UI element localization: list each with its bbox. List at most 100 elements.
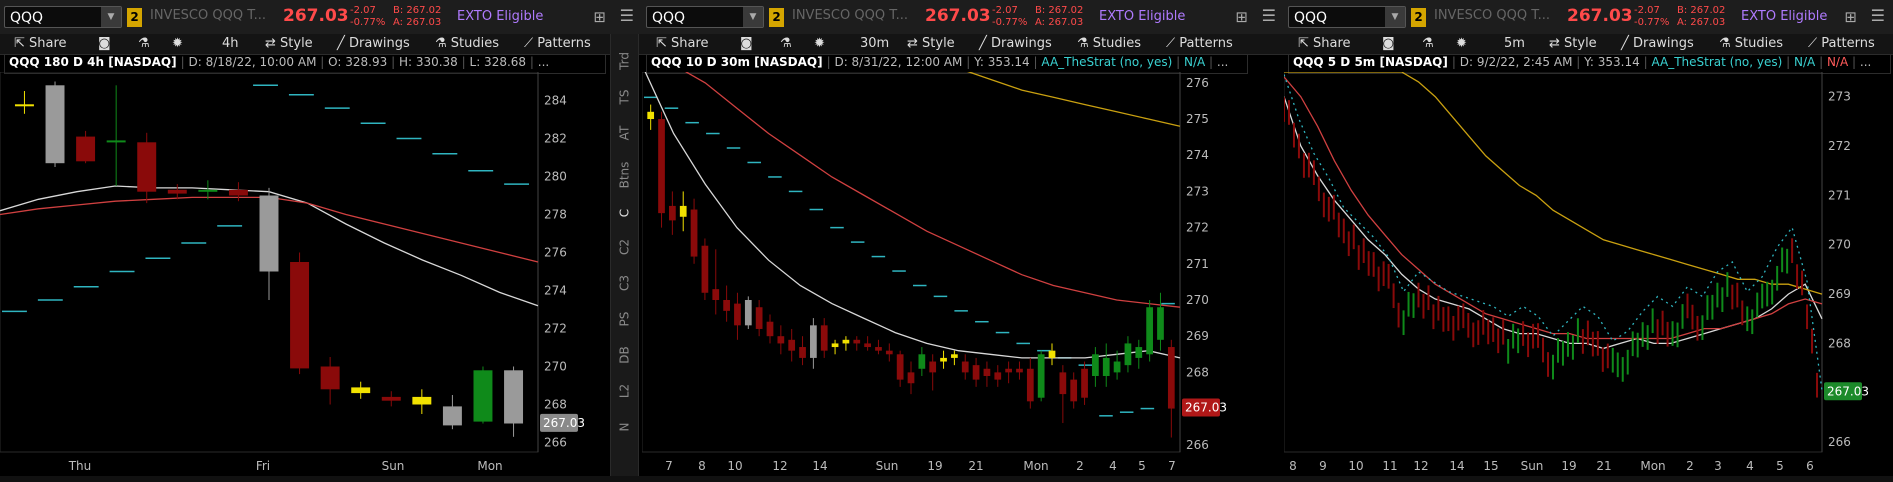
share-button[interactable]: ⇱ Share <box>1298 36 1351 51</box>
link-badge[interactable]: 2 <box>769 8 784 27</box>
candle-body <box>864 343 871 348</box>
side-tab-at[interactable]: AT <box>618 120 632 147</box>
x-tick-label: 2 <box>1076 459 1084 473</box>
side-tab-c2[interactable]: C2 <box>618 234 632 261</box>
candle-body <box>820 325 828 351</box>
info-high: H: 330.38 <box>398 55 458 69</box>
candle-body <box>14 104 34 107</box>
candle-body <box>810 325 817 358</box>
menu-icon[interactable]: ☰ <box>620 6 634 25</box>
symbol-input[interactable]: QQQ ▼ <box>1288 6 1406 28</box>
y-tick-label: 266 <box>1186 438 1209 452</box>
x-tick-label: 8 <box>698 459 706 473</box>
strat-band-upper <box>1284 74 1823 391</box>
drawings-button[interactable]: ╱ Drawings <box>1621 36 1694 51</box>
candle-body <box>320 366 340 390</box>
flask-icon[interactable]: ⚗ <box>1422 36 1434 51</box>
menu-icon[interactable]: ☰ <box>1871 6 1885 25</box>
y-tick-label: 280 <box>544 170 567 184</box>
side-tab-ts[interactable]: TS <box>618 84 632 111</box>
grid-icon[interactable]: ⊞ <box>1844 8 1857 26</box>
studies-button[interactable]: ⚗ Studies <box>1719 36 1783 51</box>
candle-body <box>442 406 462 426</box>
side-tab-ps[interactable]: PS <box>618 306 632 333</box>
aggregation-button[interactable]: 30m <box>860 36 889 51</box>
share-button[interactable]: ⇱ Share <box>14 36 67 51</box>
candle-body <box>1048 350 1056 358</box>
side-tab-c3[interactable]: C3 <box>618 270 632 297</box>
chevron-down-icon[interactable]: ▼ <box>1385 7 1405 27</box>
candle-body <box>983 368 991 376</box>
side-tab-l2[interactable]: L2 <box>618 378 632 405</box>
info-low: L: 328.68 <box>469 55 527 69</box>
candle-body <box>1124 343 1132 366</box>
patterns-button[interactable]: ⟋ Patterns <box>1808 36 1875 51</box>
style-button[interactable]: ⇄ Style <box>265 36 313 51</box>
side-tab-btns[interactable]: Btns <box>618 162 632 189</box>
drawings-button[interactable]: ╱ Drawings <box>979 36 1052 51</box>
y-tick-label: 272 <box>544 322 567 336</box>
candle-body <box>940 357 947 362</box>
studies-button[interactable]: ⚗ Studies <box>1077 36 1141 51</box>
chart-panel-2: QQQ ▼ 2 INVESCO QQQ T... 267.03 -2.07 -0.7… <box>642 0 1284 482</box>
price-chart[interactable]: 2762752742732722712702692682672667810121… <box>642 72 1252 476</box>
side-tab-n[interactable]: N <box>618 414 632 441</box>
style-button[interactable]: ⇄ Style <box>1549 36 1597 51</box>
side-tabs: Trd TS AT Btns C C2 C3 PS DB L2 N <box>610 34 639 482</box>
x-tick-label: 11 <box>1382 459 1397 473</box>
camera-icon[interactable]: ◙ <box>740 36 753 51</box>
flask-icon[interactable]: ⚗ <box>138 36 150 51</box>
x-tick-label: 10 <box>1348 459 1363 473</box>
y-tick-label: 284 <box>544 94 567 108</box>
candle-body <box>1081 368 1088 398</box>
gear-icon[interactable]: ✹ <box>814 36 825 51</box>
bottom-scrollbar[interactable] <box>0 476 1893 482</box>
gear-icon[interactable]: ✹ <box>1456 36 1467 51</box>
side-tab-c[interactable]: C <box>618 200 632 227</box>
x-tick-label: Sun <box>1521 459 1544 473</box>
aggregation-button[interactable]: 4h <box>222 36 239 51</box>
chevron-down-icon[interactable]: ▼ <box>101 7 121 27</box>
gear-icon[interactable]: ✹ <box>172 36 183 51</box>
candle-body <box>45 85 65 164</box>
link-badge[interactable]: 2 <box>127 8 142 27</box>
grid-icon[interactable]: ⊞ <box>593 8 606 26</box>
aggregation-button[interactable]: 5m <box>1504 36 1525 51</box>
x-tick-label: 8 <box>1289 459 1297 473</box>
link-badge[interactable]: 2 <box>1411 8 1426 27</box>
candle-body <box>76 136 96 162</box>
style-button[interactable]: ⇄ Style <box>907 36 955 51</box>
price-chart[interactable]: 273272271270269268267266891011121415Sun1… <box>1284 72 1893 476</box>
candle-body <box>723 300 730 311</box>
camera-icon[interactable]: ◙ <box>98 36 111 51</box>
info-study: AA_TheStrat (no, yes) <box>1651 55 1783 69</box>
exto-eligible: EXTO Eligible <box>1741 9 1828 24</box>
x-tick-label: 4 <box>1109 459 1117 473</box>
side-tab-trd[interactable]: Trd <box>618 48 632 75</box>
grid-icon[interactable]: ⊞ <box>1235 8 1248 26</box>
y-tick-label: 268 <box>544 398 567 412</box>
x-tick-label: 7 <box>665 459 673 473</box>
patterns-button[interactable]: ⟋ Patterns <box>524 36 591 51</box>
candle-body <box>198 189 218 192</box>
symbol-input[interactable]: QQQ ▼ <box>4 6 122 28</box>
drawings-button[interactable]: ╱ Drawings <box>337 36 410 51</box>
flask-icon[interactable]: ⚗ <box>780 36 792 51</box>
price-chart[interactable]: 284 282 280 278 276 274 272 270 268 266 Thu Fri Sun M… <box>0 72 610 476</box>
x-tick-label: 21 <box>1596 459 1611 473</box>
candle-body <box>842 339 850 344</box>
camera-icon[interactable]: ◙ <box>1382 36 1395 51</box>
chevron-down-icon[interactable]: ▼ <box>743 7 763 27</box>
candle-body <box>1059 372 1067 395</box>
menu-icon[interactable]: ☰ <box>1262 6 1276 25</box>
symbol-input[interactable]: QQQ ▼ <box>646 6 764 28</box>
chart-title: QQQ 180 D 4h [NASDAQ] <box>9 55 177 69</box>
side-tab-db[interactable]: DB <box>618 342 632 369</box>
bid-ask: B: 267.02 A: 267.03 <box>1677 5 1726 28</box>
studies-button[interactable]: ⚗ Studies <box>435 36 499 51</box>
patterns-button[interactable]: ⟋ Patterns <box>1166 36 1233 51</box>
candle-body <box>744 300 752 326</box>
symbol-header: QQQ ▼ 2 INVESCO QQQ T... 267.03 -2.07 -0.7… <box>1284 0 1893 35</box>
share-button[interactable]: ⇱ Share <box>656 36 709 51</box>
x-tick-label: Sun <box>876 459 899 473</box>
